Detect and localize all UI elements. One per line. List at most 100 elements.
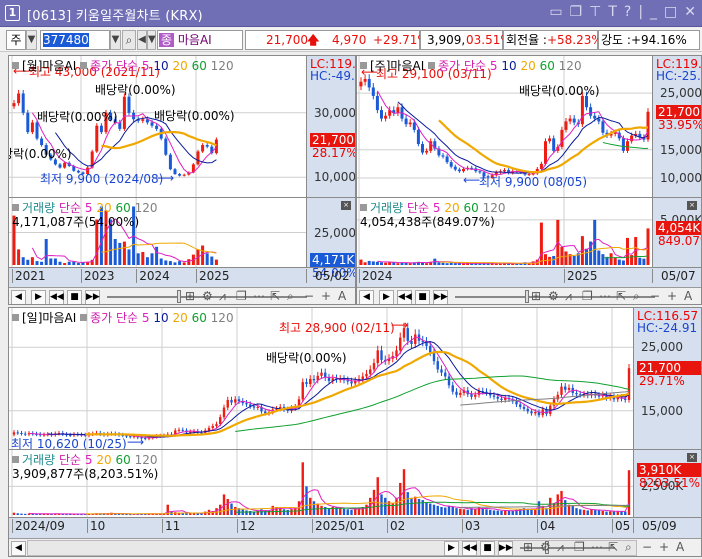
magnifier-icon[interactable]: ⌕: [625, 540, 632, 555]
copy-window-icon[interactable]: ❐: [570, 4, 583, 20]
settings-icon[interactable]: ⚙: [540, 540, 551, 554]
candle: [211, 426, 214, 428]
cursor-icon[interactable]: ⇱: [270, 289, 280, 303]
ma-period-10[interactable]: 10: [153, 311, 168, 325]
zoom-out-icon[interactable]: −: [304, 289, 314, 303]
ma-period-120[interactable]: 120: [211, 311, 234, 325]
compare-icon[interactable]: ⋯: [591, 540, 603, 554]
zoom-in-icon[interactable]: +: [667, 289, 677, 303]
fast-backward-button[interactable]: ◀◀: [462, 541, 477, 556]
zoom-slider-handle[interactable]: [177, 290, 181, 303]
zoom-in-icon[interactable]: +: [321, 289, 331, 303]
overlay-icon[interactable]: ❐: [574, 540, 585, 554]
chart-control-bar: ◀ ▶ ◀◀ ■ ▶▶ ⊞ ⚙ ⩘ ❐ ⋯ ⇱ ⌕ − + A: [357, 287, 701, 304]
play-button[interactable]: ▶: [379, 290, 394, 304]
pin-icon[interactable]: ⊤: [589, 4, 601, 20]
text-icon[interactable]: T: [608, 4, 617, 20]
overlay-icon[interactable]: ❐: [582, 289, 593, 303]
stop-button[interactable]: ■: [415, 290, 430, 304]
period-dropdown-icon[interactable]: ▼: [26, 30, 37, 50]
indicator-icon[interactable]: ⩘: [219, 289, 226, 304]
cursor-icon[interactable]: ⇱: [608, 540, 618, 554]
volume-bar: [498, 263, 502, 265]
ma-period-120[interactable]: 120: [559, 59, 582, 73]
help-icon[interactable]: ?: [624, 4, 631, 20]
volume-bar: [586, 510, 589, 515]
stock-name-field[interactable]: 종 마음AI: [157, 30, 243, 50]
play-button[interactable]: ▶: [31, 290, 46, 304]
candle: [441, 155, 445, 157]
zoom-in-icon[interactable]: +: [659, 540, 669, 554]
legend-square-icon: [12, 456, 19, 463]
fast-forward-button[interactable]: ▶▶: [85, 290, 100, 304]
ma-period-10[interactable]: 10: [153, 59, 168, 73]
indicator-icon[interactable]: ⩘: [557, 540, 564, 555]
compare-icon[interactable]: ⋯: [253, 289, 265, 303]
volume-bar: [53, 258, 57, 265]
minimize-icon[interactable]: _: [650, 4, 657, 20]
zoom-out-icon[interactable]: −: [642, 540, 652, 554]
indicator-icon[interactable]: ⩘: [565, 289, 572, 304]
volume-bar: [365, 504, 368, 515]
stock-code-input[interactable]: 377480: [40, 30, 110, 50]
close-icon[interactable]: ✕: [684, 4, 696, 20]
volume-bar: [474, 509, 477, 515]
speaker-icon[interactable]: ◀: [137, 30, 147, 50]
ma-period-20[interactable]: 20: [520, 59, 535, 73]
layout-icon[interactable]: ▭: [549, 4, 562, 20]
scroll-left-button[interactable]: ◀: [11, 541, 26, 556]
zoom-slider-handle[interactable]: [525, 290, 529, 303]
pane-close-icon[interactable]: ×: [687, 201, 697, 210]
magnifier-icon[interactable]: ⌕: [287, 289, 294, 304]
ma-period-5[interactable]: 5: [142, 311, 150, 325]
search-icon[interactable]: ⌕: [122, 30, 136, 50]
maximize-icon[interactable]: □: [664, 4, 677, 20]
candle: [568, 118, 572, 122]
ma-period-120[interactable]: 120: [211, 59, 234, 73]
ma-period-60[interactable]: 60: [540, 59, 555, 73]
pane-close-icon[interactable]: ×: [687, 453, 697, 462]
ma-period-20[interactable]: 20: [172, 311, 187, 325]
grid-icon[interactable]: ⊞: [523, 540, 533, 554]
fast-backward-button[interactable]: ◀◀: [397, 290, 412, 304]
scroll-left-button[interactable]: ◀: [359, 290, 374, 304]
ma-period-5[interactable]: 5: [490, 59, 498, 73]
grid-icon[interactable]: ⊞: [531, 289, 541, 303]
grid-icon[interactable]: ⊞: [185, 289, 195, 303]
turnover-box: 회전율 :+58.23%: [503, 30, 603, 50]
font-icon[interactable]: A: [676, 540, 684, 554]
play-button[interactable]: ▶: [444, 541, 459, 556]
fast-forward-button[interactable]: ▶▶: [498, 541, 513, 556]
code-dropdown-icon[interactable]: ▼: [110, 30, 121, 50]
font-icon[interactable]: A: [684, 289, 692, 303]
turnover-label: 회전율 :: [506, 33, 547, 47]
settings-icon[interactable]: ⚙: [548, 289, 559, 303]
cursor-icon[interactable]: ⇱: [616, 289, 626, 303]
ma-period-60[interactable]: 60: [192, 59, 207, 73]
fast-backward-button[interactable]: ◀◀: [49, 290, 64, 304]
stop-button[interactable]: ■: [67, 290, 82, 304]
magnifier-icon[interactable]: ⌕: [633, 289, 640, 304]
price-legend: [일]마음AI 종가 단순 5 10 20 60 120: [12, 309, 234, 326]
candle: [226, 399, 229, 408]
speaker-dropdown-icon[interactable]: ▼: [147, 30, 156, 50]
compare-icon[interactable]: ⋯: [599, 289, 611, 303]
fast-forward-button[interactable]: ▶▶: [433, 290, 448, 304]
overlay-icon[interactable]: ❐: [236, 289, 247, 303]
candle: [365, 373, 368, 377]
pane-close-icon[interactable]: ×: [341, 201, 351, 210]
ma-period-60[interactable]: 60: [192, 311, 207, 325]
volume-bar: [462, 263, 465, 265]
chart-canvas[interactable]: [9, 308, 701, 517]
ma-period-10[interactable]: 10: [501, 59, 516, 73]
ma-period-5[interactable]: 5: [142, 59, 150, 73]
font-icon[interactable]: A: [338, 289, 346, 303]
stop-button[interactable]: ■: [480, 541, 495, 556]
ma-period-20[interactable]: 20: [172, 59, 187, 73]
period-select[interactable]: 주: [6, 30, 26, 50]
dividend-annotation: 배당락(0.00%): [9, 147, 72, 161]
zoom-out-icon[interactable]: −: [650, 289, 660, 303]
price-tick-label: 10,000: [660, 171, 702, 186]
scroll-left-button[interactable]: ◀: [11, 290, 26, 304]
settings-icon[interactable]: ⚙: [202, 289, 213, 303]
